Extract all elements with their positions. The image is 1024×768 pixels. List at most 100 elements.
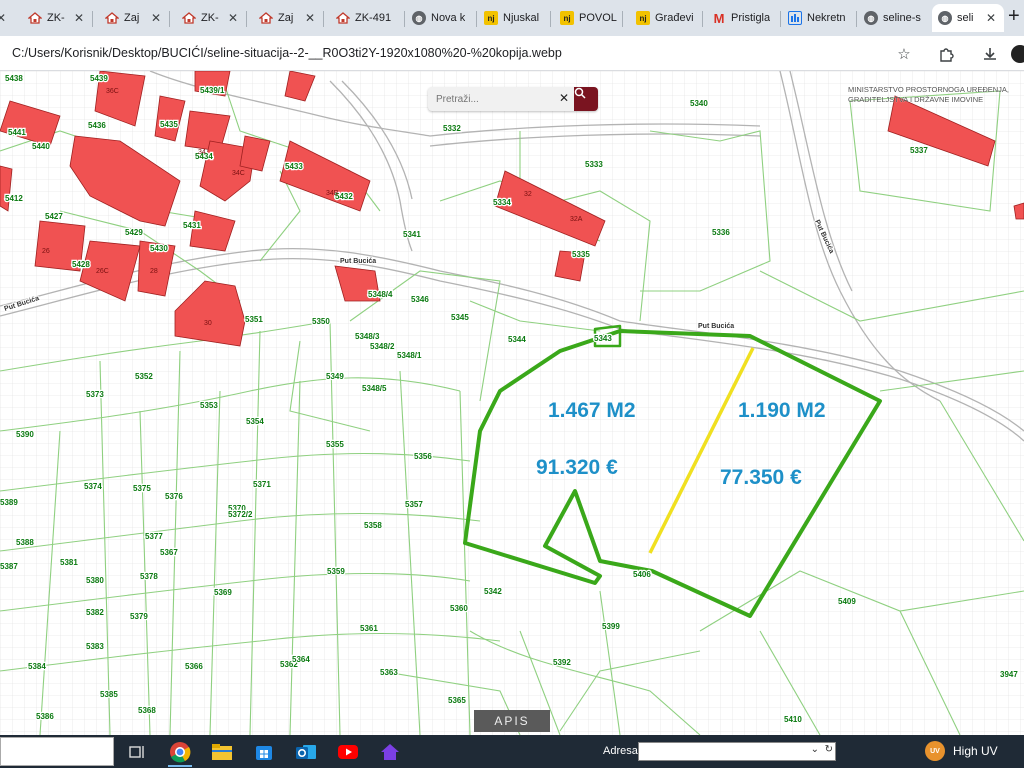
parcel-number-label: 5399 [602,622,620,631]
zk-icon [182,11,196,25]
chevron-down-icon[interactable]: ⌄ [811,744,819,755]
apis-watermark: APIS [474,710,550,732]
tab-partial[interactable]: ✕ [0,4,6,32]
tab-active[interactable]: ◍ seli ✕ [932,4,1004,32]
close-icon[interactable]: ✕ [0,11,6,25]
parcel-number-label: 5348/1 [397,351,422,360]
search-input[interactable] [436,91,554,107]
home-app-icon[interactable] [377,739,403,765]
extensions-icon[interactable] [936,44,956,64]
parcel-number-label: 5429 [125,228,143,237]
tab-3[interactable]: Zaj ✕ [253,4,323,32]
profile-avatar[interactable] [1010,44,1024,64]
price-left-label: 91.320 € [536,456,618,479]
parcel-number-label: 5439/1 [200,86,225,95]
building-number-label: 26C [96,268,109,275]
nj-icon: nj [484,11,498,25]
parcel-number-label: 5378 [140,572,158,581]
task-view-icon[interactable] [124,739,150,765]
parcel-number-label: 5431 [183,221,201,230]
map-canvas: 5438 5439544054415436 54355434543354325431… [0,71,1024,735]
building-number-label: 34C [232,170,245,177]
download-icon[interactable] [980,44,1000,64]
tab-0[interactable]: ZK- ✕ [22,4,92,32]
parcel-number-label: 5384 [28,662,46,671]
new-tab-icon[interactable]: + [1008,4,1020,28]
tab-title: Nova k [431,12,466,24]
url-field[interactable]: C:/Users/Korisnik/Desktop/BUCIĆI/seline-… [12,46,562,60]
parcel-number-label: 5344 [508,335,526,344]
tab-title: seline-s [883,12,921,24]
taskbar-search-box[interactable] [0,737,114,766]
building-number-label: 26 [42,248,50,255]
globe-icon: ◍ [938,11,952,25]
tab-9[interactable]: M Pristigla [706,4,780,32]
close-icon[interactable]: ✕ [228,11,238,25]
parcel-number-label: 5340 [690,99,708,108]
cadastral-map[interactable]: 5438 5439 5440 5441 5436 5435 5434 5433 5432 5431… [0,71,1024,735]
parcel-number-label: 5371 [253,480,271,489]
tab-11[interactable]: ◍ seline-s [858,4,928,32]
file-explorer-icon[interactable] [209,739,235,765]
ministry-caption: MINISTARSTVO PROSTORNOGA UREĐENJA, GRADI… [848,85,1009,104]
tab-8[interactable]: nj Građevi [630,4,702,32]
parcel-number-label: 5343 [594,334,612,343]
tab-7[interactable]: nj POVOL [554,4,622,32]
outlook-icon[interactable] [293,739,319,765]
parcel-number-label: 5436 [88,121,106,130]
parcel-number-label: 5351 [245,315,263,324]
tab-10[interactable]: Nekretn [782,4,856,32]
parcel-number-label: 5439 [90,74,108,83]
parcel-number-label: 5348/4 [368,290,393,299]
building-number-label: 34B [326,190,339,197]
close-icon[interactable]: ✕ [151,11,161,25]
clear-icon[interactable]: ✕ [559,91,569,105]
parcel-number-label: 5365 [448,696,466,705]
tab-title: POVOL [579,12,617,24]
parcel-number-label: 5380 [86,576,104,585]
tab-title: ZK- [47,12,65,24]
parcel-number-label: 5341 [403,230,421,239]
store-app-icon[interactable] [251,739,277,765]
parcel-number-label: 5360 [450,604,468,613]
address-toolbar-input[interactable]: ⌄ ↻ [638,742,836,761]
parcel-number-label: 5430 [150,244,168,253]
tab-6[interactable]: nj Njuskal [478,4,550,32]
tab-5[interactable]: ◍ Nova k [406,4,476,32]
address-bar: C:/Users/Korisnik/Desktop/BUCIĆI/seline-… [0,36,1024,71]
tab-1[interactable]: Zaj ✕ [99,4,169,32]
tab-4[interactable]: ZK-491 [330,4,404,32]
globe-icon: ◍ [412,11,426,25]
weather-text[interactable]: High UV [953,744,998,758]
building-number-label: 28 [150,268,158,275]
bookmark-star-icon[interactable]: ☆ [894,44,914,64]
weather-icon[interactable]: UV [925,741,945,761]
parcel-number-label: 5374 [84,482,102,491]
road-label: Put Bucića [340,258,376,265]
parcel-number-label: 5356 [414,452,432,461]
close-icon[interactable]: ✕ [74,11,84,25]
tab-2[interactable]: ZK- ✕ [176,4,246,32]
chrome-icon[interactable] [167,739,193,765]
parcel-number-label: 5369 [214,588,232,597]
tab-title: ZK-491 [355,12,392,24]
parcel-number-label: 5335 [572,250,590,259]
close-icon[interactable]: ✕ [986,11,996,25]
nj-icon: nj [636,11,650,25]
active-app-indicator [168,765,192,767]
tab-title: Nekretn [807,12,846,24]
close-icon[interactable]: ✕ [305,11,315,25]
building-number-label: 30 [204,320,212,327]
parcel-number-label: 5337 [910,146,928,155]
search-icon [574,87,586,99]
parcel-number-label: 5346 [411,295,429,304]
refresh-icon[interactable]: ↻ [825,744,833,755]
search-button[interactable] [574,87,598,111]
parcel-number-label: 3947 [1000,670,1018,679]
zk-icon [259,11,273,25]
parcel-number-label: 5336 [712,228,730,237]
map-search-box: ✕ [428,87,598,111]
address-toolbar-label: Adresa [603,745,638,757]
parcel-number-label: 5353 [200,401,218,410]
youtube-icon[interactable] [335,739,361,765]
